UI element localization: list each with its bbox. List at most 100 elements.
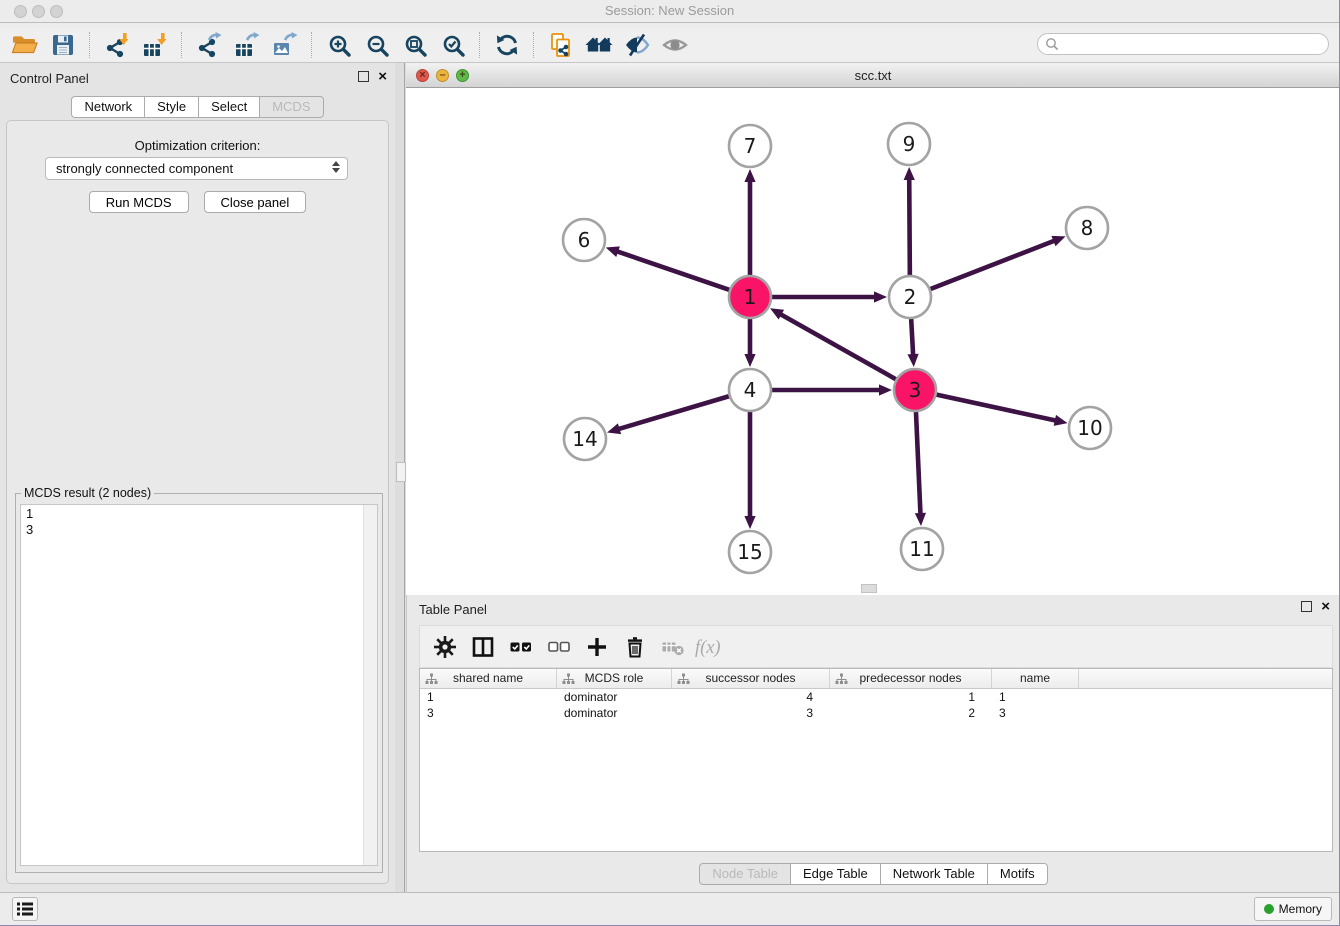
home-icon[interactable]	[582, 30, 616, 60]
mcds-result-area[interactable]: 13	[20, 504, 378, 866]
zoom-in-icon[interactable]	[322, 30, 356, 60]
control-panel-tabs: NetworkStyleSelectMCDS	[0, 96, 395, 118]
task-history-button[interactable]	[12, 897, 38, 921]
tab-mcds[interactable]: MCDS	[260, 96, 323, 118]
cell-predecessor-nodes[interactable]: 2	[830, 705, 992, 721]
edge-arrowhead	[874, 291, 887, 302]
edge-arrowhead	[1051, 236, 1065, 246]
export-network-icon[interactable]	[192, 30, 226, 60]
table-row[interactable]: 1dominator411	[420, 689, 1332, 705]
split-view-icon[interactable]	[466, 631, 499, 663]
table-float-panel-icon[interactable]	[1301, 601, 1312, 612]
cell-name[interactable]: 3	[992, 705, 1079, 721]
zoom-selected-icon[interactable]	[436, 30, 470, 60]
cell-name[interactable]: 1	[992, 689, 1079, 705]
tab-network[interactable]: Network	[71, 96, 145, 118]
import-table-icon[interactable]	[138, 30, 172, 60]
table-toolbar: f(x)	[419, 625, 1333, 668]
panel-splitter[interactable]	[395, 63, 406, 892]
edge-2-9[interactable]	[909, 178, 910, 275]
cell-successor-nodes[interactable]: 4	[672, 689, 830, 705]
edge-2-3[interactable]	[911, 319, 913, 356]
show-graphics-icon[interactable]	[658, 30, 692, 60]
table-tab-node-table[interactable]: Node Table	[699, 863, 791, 885]
select-all-icon[interactable]	[504, 631, 537, 663]
edge-2-8[interactable]	[930, 240, 1055, 289]
table-tab-edge-table[interactable]: Edge Table	[791, 863, 881, 885]
network-view-window: × – + scc.txt 7968124314101511	[406, 63, 1340, 595]
node-label-11: 11	[909, 537, 934, 561]
node-label-8: 8	[1081, 216, 1094, 240]
function-builder-icon: f(x)	[694, 631, 727, 663]
toolbar-separator	[181, 32, 183, 58]
delete-row-icon[interactable]	[618, 631, 651, 663]
edge-3-11[interactable]	[916, 412, 921, 515]
clone-network-icon[interactable]	[544, 30, 578, 60]
network-graph[interactable]: 7968124314101511	[406, 88, 1340, 595]
result-scrollbar[interactable]	[363, 505, 377, 865]
criterion-dropdown[interactable]: strongly connected component	[45, 157, 348, 180]
network-canvas[interactable]: 7968124314101511	[406, 88, 1340, 595]
mcds-result-fieldset: MCDS result (2 nodes) 13	[15, 493, 383, 873]
edge-3-10[interactable]	[936, 395, 1056, 421]
memory-status-icon	[1264, 904, 1274, 914]
tab-select[interactable]: Select	[199, 96, 260, 118]
node-label-3: 3	[909, 378, 922, 402]
unselect-all-icon[interactable]	[542, 631, 575, 663]
column-header-MCDS-role[interactable]: MCDS role	[557, 669, 672, 688]
edge-3-1[interactable]	[780, 314, 896, 380]
table-tab-motifs[interactable]: Motifs	[988, 863, 1048, 885]
node-label-6: 6	[578, 228, 591, 252]
memory-button[interactable]: Memory	[1254, 897, 1332, 921]
edge-1-6[interactable]	[616, 251, 729, 290]
node-table[interactable]: shared nameMCDS rolesuccessor nodesprede…	[419, 668, 1333, 852]
memory-label: Memory	[1279, 902, 1322, 916]
zoom-fit-icon[interactable]	[398, 30, 432, 60]
edge-4-14[interactable]	[618, 396, 729, 429]
search-icon	[1045, 37, 1059, 51]
open-session-icon[interactable]	[8, 30, 42, 60]
table-close-panel-icon[interactable]: ×	[1321, 602, 1330, 611]
tab-style[interactable]: Style	[145, 96, 199, 118]
tree-sort-icon	[425, 672, 438, 690]
cell-shared-name[interactable]: 3	[420, 705, 557, 721]
zoom-out-icon[interactable]	[360, 30, 394, 60]
import-network-icon[interactable]	[100, 30, 134, 60]
node-label-10: 10	[1077, 416, 1102, 440]
cell-successor-nodes[interactable]: 3	[672, 705, 830, 721]
column-header-shared-name[interactable]: shared name	[420, 669, 557, 688]
hide-graphics-icon[interactable]	[620, 30, 654, 60]
edge-arrowhead	[879, 384, 892, 395]
edge-arrowhead	[607, 423, 621, 434]
toolbar-separator	[479, 32, 481, 58]
criterion-value: strongly connected component	[56, 161, 233, 176]
close-panel-button[interactable]: Close panel	[204, 191, 307, 213]
canvas-scrollbar-grip[interactable]	[861, 584, 877, 593]
refresh-icon[interactable]	[490, 30, 524, 60]
table-tab-network-table[interactable]: Network Table	[881, 863, 988, 885]
splitter-grip[interactable]	[396, 462, 406, 482]
cell-MCDS-role[interactable]: dominator	[557, 705, 672, 721]
run-mcds-button[interactable]: Run MCDS	[89, 191, 189, 213]
column-header-name[interactable]: name	[992, 669, 1079, 688]
tree-sort-icon	[562, 672, 575, 690]
table-tabs: Node TableEdge TableNetwork TableMotifs	[407, 863, 1340, 885]
cell-predecessor-nodes[interactable]: 1	[830, 689, 992, 705]
column-header-successor-nodes[interactable]: successor nodes	[672, 669, 830, 688]
dropdown-stepper-icon	[332, 161, 340, 173]
cell-MCDS-role[interactable]: dominator	[557, 689, 672, 705]
control-panel-header: Control Panel ×	[0, 63, 395, 93]
table-row[interactable]: 3dominator323	[420, 705, 1332, 721]
add-row-icon[interactable]	[580, 631, 613, 663]
save-session-icon[interactable]	[46, 30, 80, 60]
search-field[interactable]	[1037, 33, 1329, 55]
toolbar-separator	[89, 32, 91, 58]
column-header-predecessor-nodes[interactable]: predecessor nodes	[830, 669, 992, 688]
settings-icon[interactable]	[428, 631, 461, 663]
float-panel-icon[interactable]	[358, 71, 369, 82]
search-input[interactable]	[1059, 36, 1328, 52]
export-image-icon[interactable]	[268, 30, 302, 60]
close-panel-icon[interactable]: ×	[378, 72, 387, 81]
export-table-icon[interactable]	[230, 30, 264, 60]
cell-shared-name[interactable]: 1	[420, 689, 557, 705]
